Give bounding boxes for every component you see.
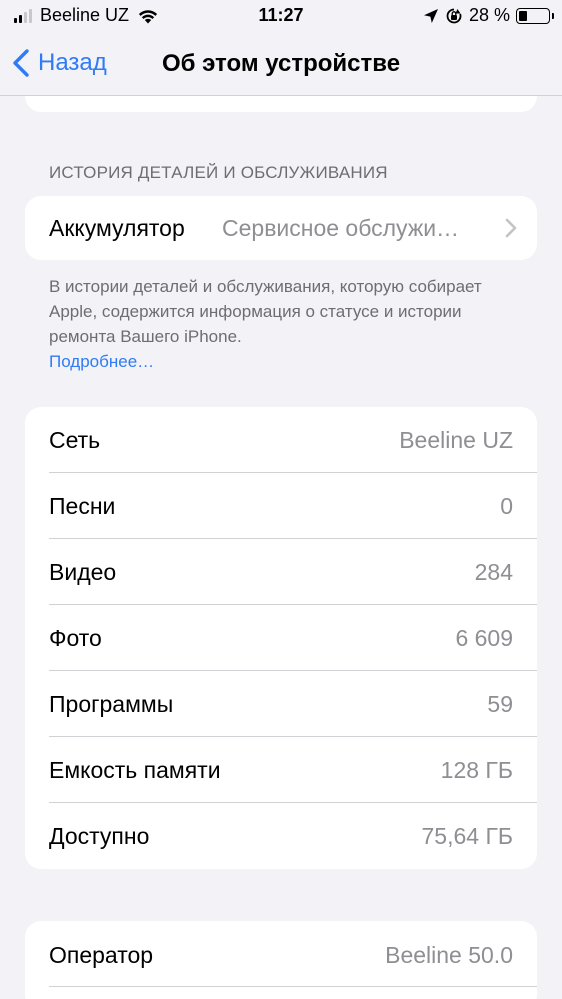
- info-row-apps: Программы 59: [25, 671, 537, 737]
- info-row-photos: Фото 6 609: [25, 605, 537, 671]
- operator-label: Оператор: [49, 942, 154, 968]
- battery-percent: 28 %: [468, 5, 510, 25]
- learn-more-link[interactable]: Подробнее…: [49, 349, 519, 374]
- device-info-card: Сеть Beeline UZ Песни 0 Видео 284 Фото 6…: [25, 407, 537, 869]
- previous-section-card: [25, 96, 537, 112]
- row-label: Фото: [49, 625, 102, 651]
- orientation-lock-icon: [446, 8, 462, 23]
- row-label: Доступно: [49, 823, 150, 849]
- row-value: 0: [500, 493, 513, 519]
- info-row-videos: Видео 284: [25, 539, 537, 605]
- battery-label: Аккумулятор: [49, 214, 185, 241]
- page-title: Об этом устройстве: [161, 50, 401, 77]
- status-right: 28 %: [423, 5, 554, 26]
- battery-status-value: Сервисное обслужи…: [222, 214, 460, 241]
- section-header-history: ИСТОРИЯ ДЕТАЛЕЙ И ОБСЛУЖИВАНИЯ: [49, 163, 388, 182]
- operator-card: Оператор Beeline 50.0: [25, 921, 537, 999]
- row-value: 59: [487, 691, 513, 717]
- row-value: 284: [474, 559, 513, 585]
- status-bar: Beeline UZ 11:27 28 %: [0, 0, 562, 34]
- row-value: 75,64 ГБ: [421, 823, 514, 849]
- info-row-network: Сеть Beeline UZ: [25, 407, 537, 473]
- row-value: Beeline UZ: [399, 427, 513, 453]
- info-row-songs: Песни 0: [25, 473, 537, 539]
- navigation-bar: Назад Об этом устройстве: [0, 34, 562, 96]
- info-row-operator: Оператор Beeline 50.0: [25, 921, 537, 987]
- row-divider: [49, 986, 537, 987]
- info-row-available: Доступно 75,64 ГБ: [25, 803, 537, 869]
- battery-history-row[interactable]: Аккумулятор Сервисное обслужи…: [25, 196, 537, 260]
- chevron-right-icon: [505, 218, 517, 238]
- row-label: Видео: [49, 559, 117, 585]
- row-label: Сеть: [49, 427, 101, 453]
- info-row-capacity: Емкость памяти 128 ГБ: [25, 737, 537, 803]
- row-label: Программы: [49, 691, 174, 717]
- location-arrow-icon: [423, 8, 438, 23]
- row-label: Емкость памяти: [49, 757, 221, 783]
- footnote-text: В истории деталей и обслуживания, котору…: [49, 277, 482, 346]
- battery-icon: [516, 7, 554, 24]
- row-value: 6 609: [455, 625, 513, 651]
- operator-value: Beeline 50.0: [385, 942, 513, 968]
- row-value: 128 ГБ: [440, 757, 513, 783]
- history-footnote: В истории деталей и обслуживания, котору…: [49, 274, 519, 374]
- row-label: Песни: [49, 493, 116, 519]
